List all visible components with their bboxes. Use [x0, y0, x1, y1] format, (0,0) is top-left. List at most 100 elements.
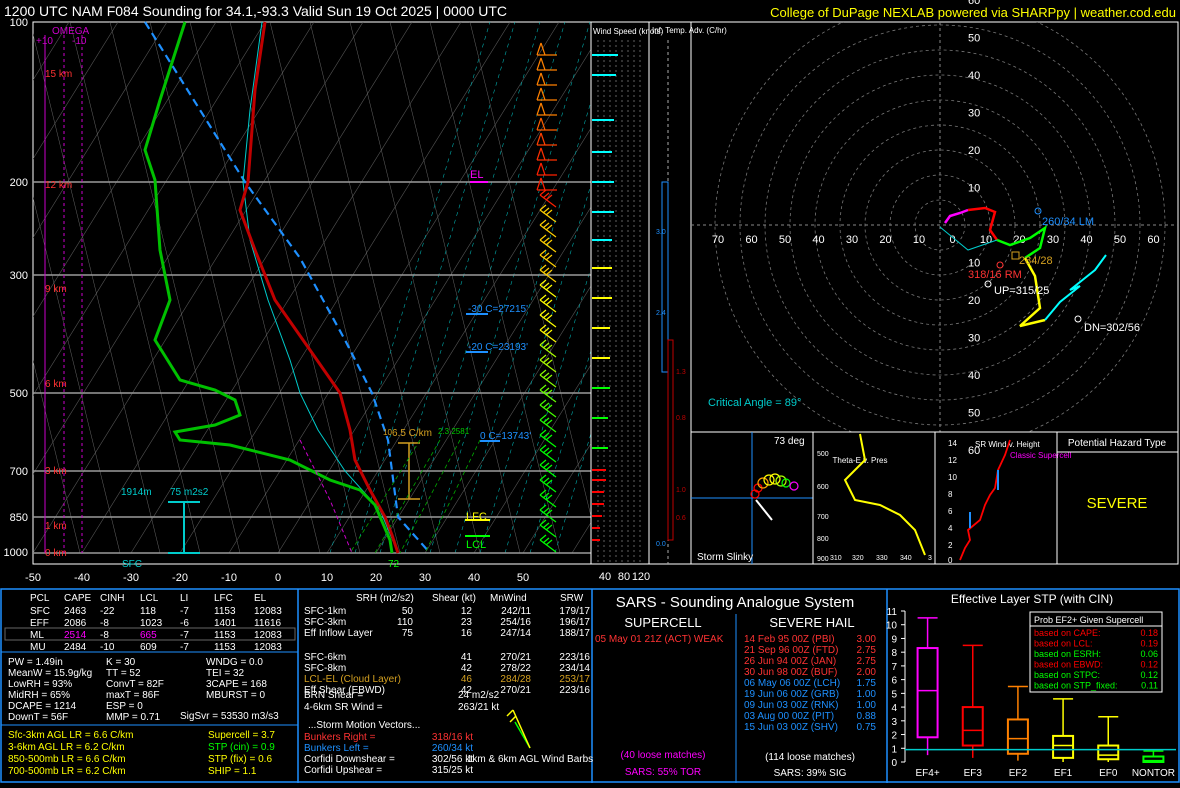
stp-y-tick: 1 [891, 744, 897, 755]
hail-match-date: 06 May 06 00Z (LCH) [744, 678, 840, 689]
srw-y-12: 12 [948, 456, 957, 465]
hazard-panel: Potential Hazard Type SEVERE [1056, 431, 1179, 565]
tadv-val-6: 0.6 [676, 515, 686, 522]
moist-adiabat-line [354, 22, 516, 554]
stp-y-tick: 3 [891, 717, 897, 728]
parcel-cell: -10 [100, 642, 115, 653]
hail-match-date: 30 Jun 98 00Z (BUF) [744, 667, 837, 678]
stp-y-tick: 4 [891, 703, 897, 714]
parcel-cell: 1153 [214, 630, 236, 641]
hail-match-size: 1.75 [857, 678, 877, 689]
stp-category-label: EF1 [1054, 768, 1073, 779]
prob-value: 0.18 [1140, 628, 1158, 638]
slinky-title: Storm Slinky [697, 552, 753, 563]
dry-adiabat-line [429, 22, 561, 554]
thetae-x-310: 310 [830, 555, 842, 562]
index-value: DCAPE = 1214 [8, 701, 77, 712]
isotherm-line [424, 285, 591, 554]
parcel-cell: 1153 [214, 642, 236, 653]
dry-adiabat-line [229, 22, 361, 554]
stp-box [1052, 734, 1075, 759]
parcel-header-cinh: CINH [100, 593, 124, 604]
isotherm-line [33, 22, 217, 318]
hodograph-panel: 10102020303040405050606070 60 50 40 30 20 10 0 1… [690, 0, 1179, 457]
hail-match-size: 0.88 [857, 711, 877, 722]
index-value: TT = 52 [106, 668, 141, 679]
kin-cell: 253/17 [559, 674, 590, 685]
wind-barb [539, 504, 557, 523]
isotherm-line [621, 22, 951, 553]
hodo-x-label: 50 [779, 234, 791, 246]
height-label-3km: 3 km [45, 466, 67, 477]
lapse-rate-hint: 2.3 2581' [438, 427, 471, 436]
effective-inflow-layer [168, 501, 200, 554]
index-value: ESP = 0 [106, 701, 143, 712]
kin-cell: 110 [397, 617, 413, 628]
parcel-cell: MU [30, 642, 46, 653]
stp-y-tick: 10 [886, 621, 898, 632]
parcel-cell: ML [30, 630, 44, 641]
wind-barb [536, 147, 557, 161]
rm-marker [996, 261, 1004, 269]
kin-cell: 50 [402, 606, 414, 617]
lapse-rates: Sfc-3km AGL LR = 6.6 C/km3-6km AGL LR = … [8, 730, 275, 777]
wind-barb [539, 459, 557, 478]
hodo-ring-label: 50 [968, 408, 980, 420]
brn-value: 24 m2/s2 [458, 690, 500, 701]
prob-label: based on CAPE: [1034, 628, 1101, 638]
thetae-x-320: 320 [852, 555, 864, 562]
hodo-ring-label: 20 [968, 145, 980, 157]
lfc-label: LFC [466, 511, 487, 523]
omega-tick-plus: +10 [36, 36, 53, 47]
srw-y-10: 10 [948, 473, 957, 482]
slinky-deg: 73 deg [774, 436, 805, 447]
temp-tick-m20: -20 [172, 572, 188, 584]
index-value: PW = 1.49in [8, 657, 63, 668]
srw-trace [959, 439, 1011, 561]
hodo-x-label: 30 [846, 234, 858, 246]
parcel-cell: -22 [100, 606, 115, 617]
parcel-cell: 12083 [254, 606, 282, 617]
agl-barbs [506, 709, 531, 749]
moist-adiabat-line [379, 22, 541, 554]
stp-y-tick: 6 [891, 676, 897, 687]
temp-tick-10: 10 [321, 572, 333, 584]
height-label-9km: 9 km [45, 284, 67, 295]
hazard-title: Potential Hazard Type [1068, 438, 1167, 449]
kin-header: MnWind [490, 593, 527, 604]
kin-cell: 42 [461, 663, 473, 674]
hail-match-size: 2.00 [857, 667, 877, 678]
theta-e-panel: 500 600 700 800 900 310 320 330 340 3 Th… [812, 431, 936, 565]
height-label-12km: 12 km [45, 180, 72, 191]
prob-value: 0.19 [1140, 639, 1158, 649]
kin-header: SRW [560, 593, 584, 604]
dn-label: DN=302/56 [1084, 322, 1140, 334]
el-label: EL [470, 169, 483, 181]
srw-y-8: 8 [948, 490, 953, 499]
wind-barb [539, 234, 557, 253]
kin-cell: 23 [461, 617, 473, 628]
kin-cell: Eff Inflow Layer [304, 628, 373, 639]
eff-inflow-srh: 75 m2s2 [170, 487, 209, 498]
storm-vector-label: Bunkers Right = [304, 732, 376, 743]
wind-barb [536, 132, 557, 146]
parcel-header-el: EL [254, 593, 267, 604]
rm-label: 318/16 RM [968, 269, 1022, 281]
wind-barb [539, 279, 557, 298]
srw-y-14: 14 [948, 439, 957, 448]
hail-match-size: 2.75 [857, 645, 877, 656]
isotherm-line [228, 22, 560, 554]
lapse-rate-value: 3-6km AGL LR = 6.2 C/km [8, 742, 125, 753]
storm-vector-label: Corfidi Downshear = [304, 754, 395, 765]
hodo-ring-label: 20 [968, 295, 980, 307]
pressure-label-1000: 1000 [4, 547, 28, 559]
parcel-header-cape: CAPE [64, 593, 92, 604]
index-value: DownT = 56F [8, 712, 68, 723]
index-value: MeanW = 15.9g/kg [8, 668, 92, 679]
index-value: LowRH = 93% [8, 679, 72, 690]
stp-y-tick: 9 [891, 634, 897, 645]
tadv-val-4: 0.8 [676, 415, 686, 422]
tadv-val-1: 3.0 [656, 229, 666, 236]
prob-label: based on STP_fixed: [1034, 681, 1118, 691]
isotherm-line [473, 364, 591, 554]
